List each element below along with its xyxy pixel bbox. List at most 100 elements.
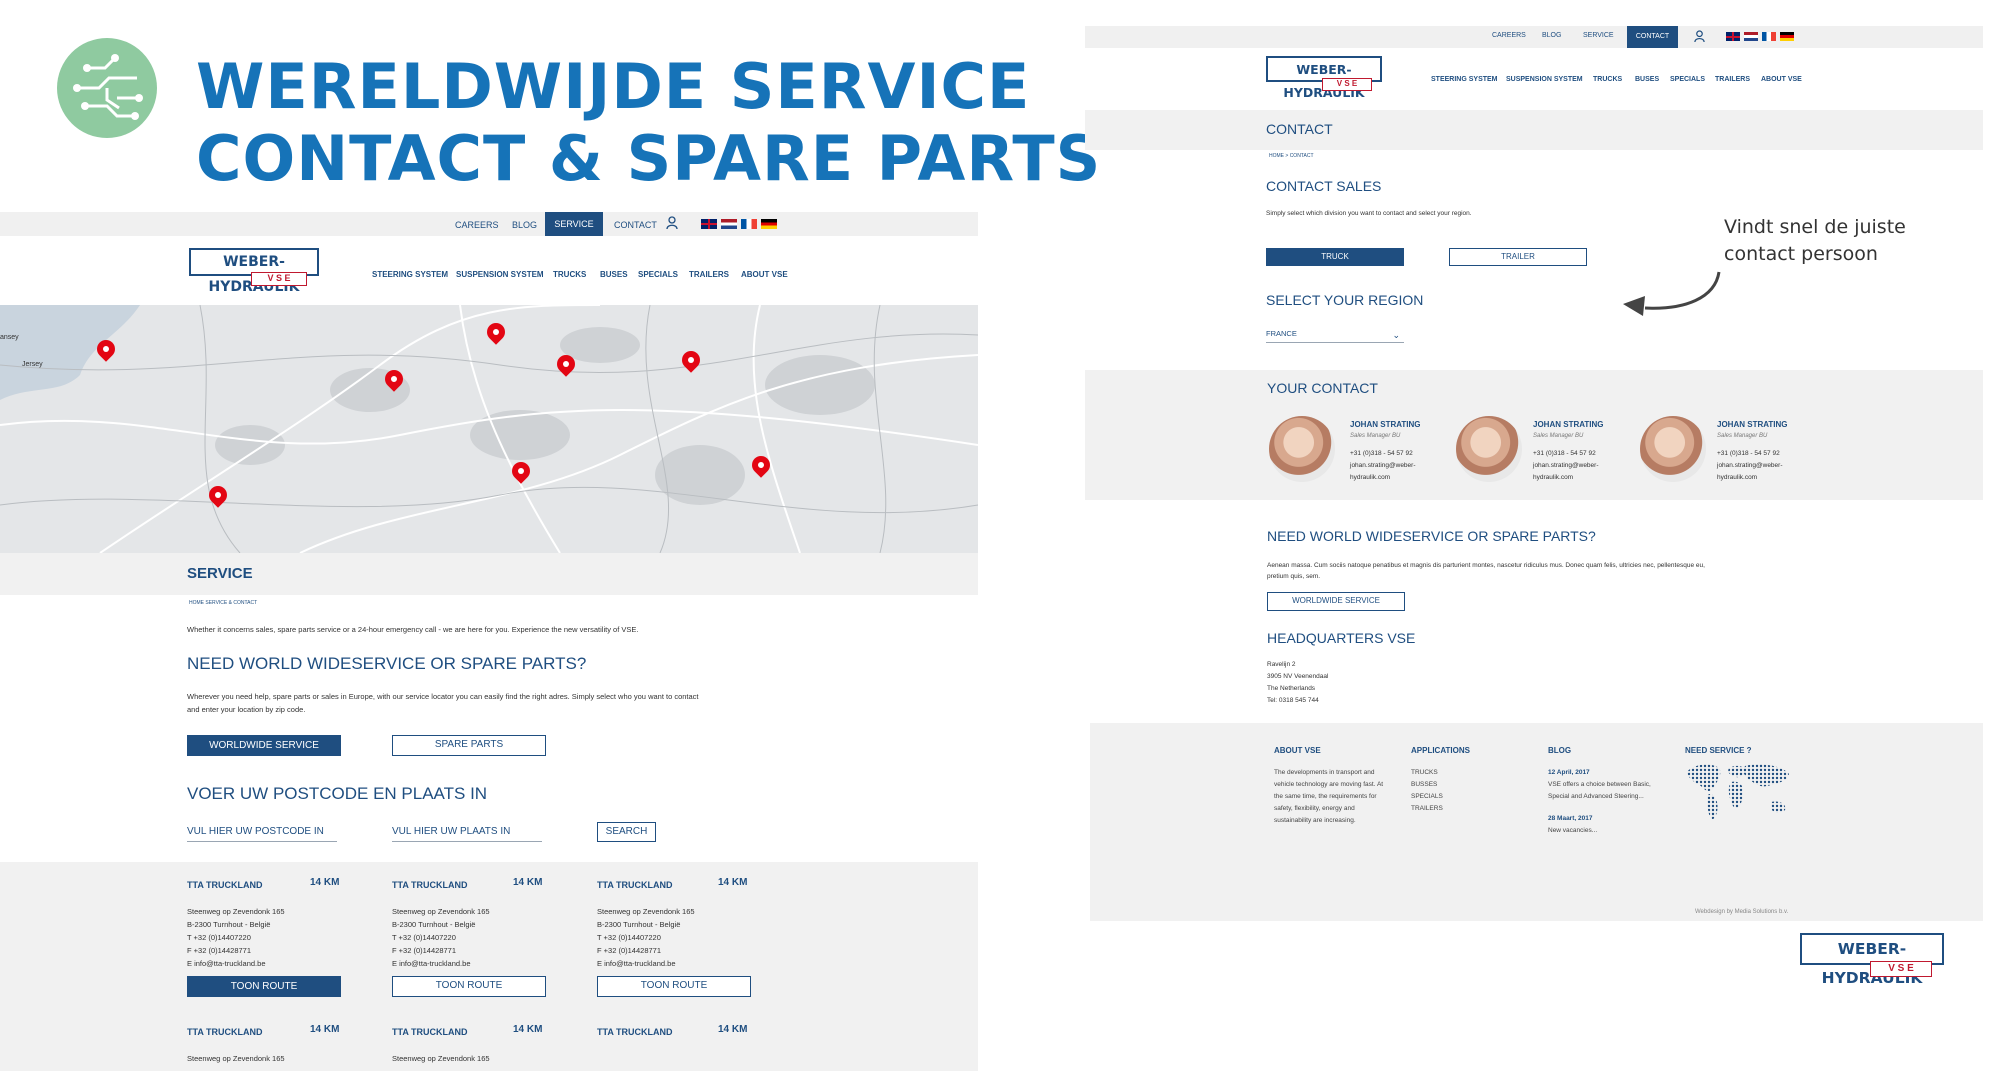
footer-blog-text[interactable]: VSE offers a choice between Basic, [1548, 779, 1651, 791]
left-topnav-service[interactable]: SERVICE [545, 212, 603, 236]
card-distance: 14 KM [310, 1024, 340, 1035]
card-street: Steenweg op Zevendonk 165 [597, 907, 695, 916]
left-nav-buses[interactable]: BUSES [600, 270, 628, 279]
service-map[interactable] [0, 305, 978, 553]
contact-email[interactable]: johan.strating@weber- [1717, 460, 1783, 472]
left-nav-steering[interactable]: STEERING SYSTEM [372, 270, 448, 279]
flag-fr-icon[interactable] [1762, 32, 1776, 41]
left-topnav-careers[interactable]: CAREERS [455, 220, 499, 230]
right-nav-buses[interactable]: BUSES [1635, 76, 1659, 83]
right-nav-suspension[interactable]: SUSPENSION SYSTEM [1506, 76, 1583, 83]
region-select[interactable]: FRANCE ⌄ [1266, 329, 1404, 343]
hq-line: 3905 NV Veenendaal [1267, 673, 1329, 680]
flag-de-icon[interactable] [1780, 32, 1794, 41]
card-email[interactable]: E info@tta-truckland.be [597, 957, 676, 970]
right-breadcrumb[interactable]: HOME > CONTACT [1269, 153, 1314, 159]
toon-route-button[interactable]: TOON ROUTE [187, 976, 341, 997]
footer-credit[interactable]: Webdesign by Media Solutions b.v. [1695, 906, 1788, 918]
card-street: Steenweg op Zevendonk 165 [392, 907, 490, 916]
footer-app-link[interactable]: TRAILERS [1411, 803, 1443, 815]
circuit-badge-icon [57, 38, 157, 138]
contact-phone[interactable]: +31 (0)318 - 54 57 92 [1533, 448, 1596, 460]
world-map-icon[interactable] [1683, 760, 1795, 826]
footer-app-link[interactable]: SPECIALS [1411, 791, 1443, 803]
footer-about-text: the same time, the requirements for [1274, 793, 1377, 800]
avatar [1269, 416, 1335, 482]
contact-email[interactable]: hydraulik.com [1717, 472, 1757, 484]
right-weber-logo[interactable]: WEBER-HYDRAULIK V S E [1266, 56, 1391, 100]
card-tel: T +32 (0)14407220 [392, 933, 456, 942]
hq-line: Ravelijn 2 [1267, 661, 1296, 668]
card-name: TTA TRUCKLAND [187, 1027, 263, 1037]
right-nav-about[interactable]: ABOUT VSE [1761, 76, 1802, 83]
footer-app-link[interactable]: TRUCKS [1411, 767, 1438, 779]
contact-phone[interactable]: +31 (0)318 - 54 57 92 [1350, 448, 1413, 460]
trailer-button[interactable]: TRAILER [1449, 248, 1587, 266]
right-nav-trailers[interactable]: TRAILERS [1715, 76, 1750, 83]
right-topnav-careers[interactable]: CAREERS [1492, 32, 1526, 39]
toon-route-button[interactable]: TOON ROUTE [597, 976, 751, 997]
card-name: TTA TRUCKLAND [392, 880, 468, 890]
postcode-input[interactable]: VUL HIER UW POSTCODE IN [187, 826, 337, 842]
left-topnav-contact[interactable]: CONTACT [614, 220, 657, 230]
footer-about-text: safety, flexibility, energy and [1274, 805, 1355, 812]
user-icon[interactable] [666, 216, 678, 230]
right-nav-specials[interactable]: SPECIALS [1670, 76, 1705, 83]
contact-email[interactable]: hydraulik.com [1533, 472, 1573, 484]
flag-uk-icon[interactable] [1726, 32, 1740, 41]
user-icon[interactable] [1694, 30, 1705, 43]
toon-route-button[interactable]: TOON ROUTE [392, 976, 546, 997]
flag-uk-icon[interactable] [701, 219, 717, 229]
flag-nl-icon[interactable] [721, 219, 737, 229]
right-nav-steering[interactable]: STEERING SYSTEM [1431, 76, 1498, 83]
right-worldwide-service-button[interactable]: WORLDWIDE SERVICE [1267, 592, 1405, 611]
contact-name: JOHAN STRATING [1533, 420, 1604, 429]
right-topnav-contact[interactable]: CONTACT [1627, 26, 1678, 48]
right-nav-trucks[interactable]: TRUCKS [1593, 76, 1622, 83]
contact-sales-text: Simply select which division you want to… [1266, 210, 1472, 217]
postcode-title: VOER UW POSTCODE EN PLAATS IN [187, 784, 488, 803]
left-nav-specials[interactable]: SPECIALS [638, 270, 678, 279]
contact-email[interactable]: johan.strating@weber- [1350, 460, 1416, 472]
contact-email[interactable]: johan.strating@weber- [1533, 460, 1599, 472]
avatar [1456, 416, 1522, 482]
left-nav-about[interactable]: ABOUT VSE [741, 270, 788, 279]
card-email[interactable]: E info@tta-truckland.be [187, 957, 266, 970]
card-tel: T +32 (0)14407220 [597, 933, 661, 942]
footer-about-text: sustainability are increasing. [1274, 817, 1356, 824]
flag-de-icon[interactable] [761, 219, 777, 229]
truck-button[interactable]: TRUCK [1266, 248, 1404, 266]
footer-app-link[interactable]: BUSSES [1411, 779, 1437, 791]
right-topbar [1085, 26, 1983, 48]
plaats-input[interactable]: VUL HIER UW PLAATS IN [392, 826, 542, 842]
contact-email[interactable]: hydraulik.com [1350, 472, 1390, 484]
card-street: Steenweg op Zevendonk 165 [392, 1054, 490, 1063]
flag-fr-icon[interactable] [741, 219, 757, 229]
right-title-band [1085, 110, 1983, 150]
right-need-text-1: Aenean massa. Cum sociis natoque penatib… [1267, 562, 1705, 569]
footer-blog-text[interactable]: New vacancies... [1548, 825, 1597, 837]
worldwide-service-button[interactable]: WORLDWIDE SERVICE [187, 735, 341, 756]
card-email[interactable]: E info@tta-truckland.be [392, 957, 471, 970]
left-nav-suspension[interactable]: SUSPENSION SYSTEM [456, 270, 544, 279]
footer-blog-text[interactable]: Special and Advanced Steering... [1548, 791, 1644, 803]
left-nav-trailers[interactable]: TRAILERS [689, 270, 729, 279]
left-weber-logo[interactable]: WEBER-HYDRAULIK V S E [189, 248, 327, 295]
contact-phone[interactable]: +31 (0)318 - 54 57 92 [1717, 448, 1780, 460]
left-need-text-1: Wherever you need help, spare parts or s… [187, 692, 699, 701]
card-fax: F +32 (0)14428771 [597, 946, 662, 955]
footer-apps-heading: APPLICATIONS [1411, 746, 1470, 755]
right-topnav-blog[interactable]: BLOG [1542, 32, 1561, 39]
spare-parts-button[interactable]: SPARE PARTS [392, 735, 546, 756]
right-need-text-2: pretium quis, sem. [1267, 573, 1321, 580]
left-nav-trucks[interactable]: TRUCKS [553, 270, 586, 279]
search-button[interactable]: SEARCH [597, 822, 656, 842]
left-breadcrumb[interactable]: HOME SERVICE & CONTACT [189, 600, 257, 606]
flag-nl-icon[interactable] [1744, 32, 1758, 41]
card-distance: 14 KM [513, 877, 543, 888]
left-topnav-blog[interactable]: BLOG [512, 220, 537, 230]
card-distance: 14 KM [718, 1024, 748, 1035]
right-topnav-service[interactable]: SERVICE [1583, 32, 1614, 39]
card-city: B-2300 Turnhout - België [392, 920, 476, 929]
contact-sales-title: CONTACT SALES [1266, 178, 1382, 194]
